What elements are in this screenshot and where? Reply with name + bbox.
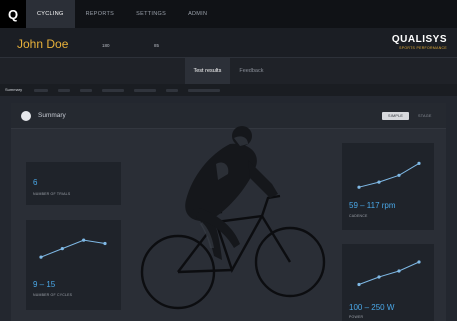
- sparkline-point: [357, 282, 361, 287]
- profile-field-value: 85: [154, 43, 160, 48]
- sparkline-cadence: [357, 161, 421, 189]
- stat-label: NUMBER OF CYCLES: [33, 293, 73, 297]
- top-navigation: Q CYCLING Reports Settings Admin: [0, 0, 457, 28]
- stat-card-cycles: 9 – 15 NUMBER OF CYCLES: [26, 220, 121, 310]
- sparkline-point: [60, 247, 64, 251]
- panel-title: Summary: [38, 112, 66, 119]
- subnav-item[interactable]: [134, 88, 157, 92]
- sparkline-point: [417, 161, 421, 165]
- stat-label: CADENCE: [349, 214, 368, 218]
- tab-feedback[interactable]: Feedback: [230, 58, 272, 84]
- sparkline-line: [358, 261, 420, 285]
- subnav-item[interactable]: [188, 88, 221, 92]
- brand-logo: QUALISYS SPORTS PERFORMANCE: [392, 34, 447, 50]
- sparkline-point: [417, 260, 421, 264]
- sparkline-point: [397, 269, 401, 273]
- sparkline-point: [377, 275, 381, 279]
- profile-field-value: 180: [102, 43, 110, 48]
- result-tabs: Test results Feedback: [0, 58, 457, 84]
- app-logo[interactable]: Q: [0, 0, 26, 28]
- nav-item-admin[interactable]: Admin: [177, 0, 218, 28]
- stat-value: 100 – 250 W: [349, 303, 395, 312]
- tab-test-results[interactable]: Test results: [184, 58, 231, 84]
- sparkline-point: [397, 173, 401, 177]
- stat-label: NUMBER OF TRIALS: [33, 192, 71, 196]
- profile-field-label: [102, 36, 110, 41]
- sparkline-point: [82, 238, 86, 242]
- brand-name: QUALISYS: [391, 34, 447, 45]
- stat-value: 6: [33, 178, 38, 187]
- subnav-item[interactable]: [34, 88, 49, 92]
- stat-card-power: 100 – 250 W POWER: [342, 244, 434, 321]
- profile-field-label: [154, 36, 159, 41]
- profile-field: 85: [154, 36, 159, 49]
- nav-item-settings[interactable]: Settings: [125, 0, 177, 28]
- sparkline-line: [358, 162, 420, 188]
- nav-item-reports[interactable]: Reports: [75, 0, 126, 28]
- cyclist-3d-model[interactable]: [130, 124, 335, 314]
- athlete-profile-bar: John Doe 180 85 QUALISYS SPORTS PERFORMA…: [0, 28, 457, 58]
- sparkline-point: [357, 185, 361, 189]
- sparkline-power: [357, 260, 421, 287]
- subnav-item[interactable]: [80, 88, 93, 92]
- subnav-item-summary[interactable]: Summary: [5, 87, 22, 93]
- stat-card-trials: 6 NUMBER OF TRIALS: [26, 162, 121, 205]
- section-subnav: Summary: [0, 84, 457, 96]
- subnav-item[interactable]: [102, 88, 125, 92]
- stat-value: 9 – 15: [33, 280, 56, 289]
- stat-label: POWER: [349, 315, 364, 319]
- view-stage-button[interactable]: STAGE: [412, 112, 438, 120]
- sparkline-point: [39, 255, 43, 259]
- athlete-name: John Doe: [17, 37, 69, 51]
- subnav-item[interactable]: [166, 88, 179, 92]
- sparkline-point: [377, 180, 381, 184]
- sparkline-cycles: [39, 238, 107, 259]
- stat-card-cadence: 59 – 117 rpm CADENCE: [342, 143, 434, 230]
- stat-value: 59 – 117 rpm: [349, 201, 396, 210]
- sparkline-line: [40, 239, 106, 258]
- nav-item-cycling[interactable]: CYCLING: [26, 0, 75, 28]
- brand-tagline: SPORTS PERFORMANCE: [399, 46, 447, 50]
- subnav-item[interactable]: [58, 88, 71, 92]
- sparkline-point: [103, 241, 107, 246]
- summary-icon: [21, 111, 31, 121]
- view-simple-button[interactable]: SIMPLE: [382, 112, 410, 120]
- profile-field: 180: [102, 36, 110, 49]
